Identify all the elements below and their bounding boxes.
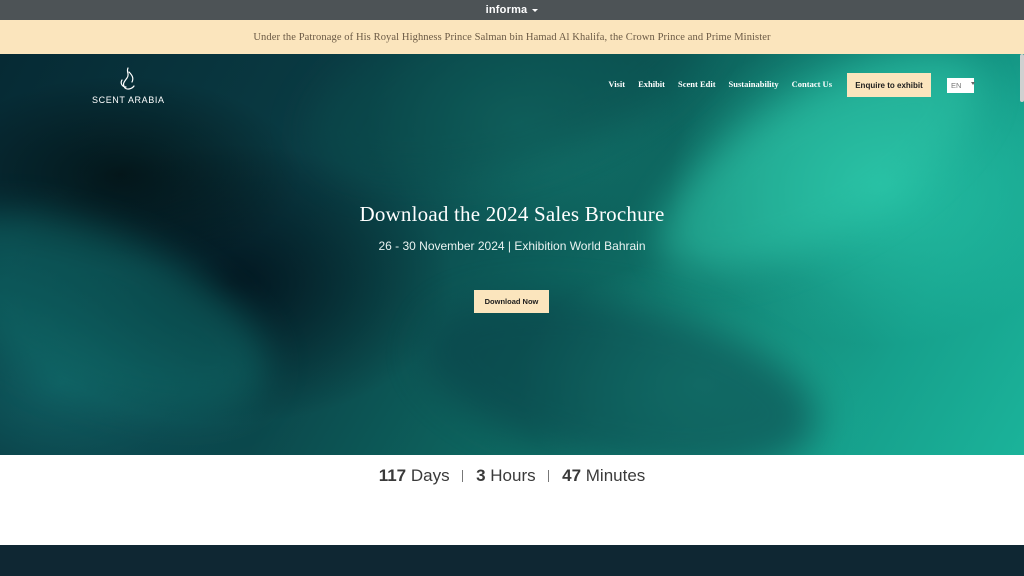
days-label: Days: [410, 466, 450, 485]
logo-text: SCENT ARABIA: [92, 95, 165, 105]
nav-contact-us[interactable]: Contact Us: [792, 79, 832, 89]
countdown-row: 117 Days 3 Hours 47 Minutes: [0, 466, 1024, 486]
patronage-banner: Under the Patronage of His Royal Highnes…: [0, 20, 1024, 54]
hero-title: Download the 2024 Sales Brochure: [359, 202, 665, 226]
enquire-button[interactable]: Enquire to exhibit: [847, 73, 931, 97]
main-nav: Visit Exhibit Scent Edit Sustainability …: [608, 79, 832, 89]
nav-exhibit[interactable]: Exhibit: [638, 79, 665, 89]
divider: [548, 470, 550, 482]
nav-sustainability[interactable]: Sustainability: [729, 79, 779, 89]
informa-menu-button[interactable]: informa: [486, 4, 539, 16]
minutes-value: 47: [562, 466, 582, 485]
informa-label: informa: [485, 4, 528, 16]
nav-scent-edit[interactable]: Scent Edit: [678, 79, 716, 89]
countdown-section: 117 Days 3 Hours 47 Minutes: [0, 455, 1024, 545]
informa-bar: informa: [0, 0, 1024, 20]
hours-label: Hours: [490, 466, 536, 485]
download-now-button[interactable]: Download Now: [474, 290, 549, 313]
logo-calligraphy-icon: [120, 67, 135, 90]
days-value: 117: [378, 466, 407, 485]
language-value: EN: [951, 81, 962, 90]
hero-section: SCENT ARABIA Visit Exhibit Scent Edit Su…: [0, 54, 1024, 455]
hero-wave: [629, 54, 1011, 315]
hero-wave: [407, 264, 833, 455]
scrollbar-thumb[interactable]: [1020, 54, 1024, 102]
chevron-down-icon: [532, 9, 539, 12]
nav-visit[interactable]: Visit: [608, 79, 625, 89]
hours-value: 3: [476, 466, 486, 485]
language-select[interactable]: EN: [947, 78, 975, 93]
chevron-down-icon: [971, 81, 975, 85]
scent-arabia-logo[interactable]: SCENT ARABIA: [92, 66, 164, 105]
footer-strip: [0, 545, 1024, 576]
patronage-text: Under the Patronage of His Royal Highnes…: [253, 31, 771, 43]
divider: [462, 470, 464, 482]
minutes-label: Minutes: [585, 466, 646, 485]
hero-subtitle: 26 - 30 November 2024 | Exhibition World…: [378, 239, 646, 253]
